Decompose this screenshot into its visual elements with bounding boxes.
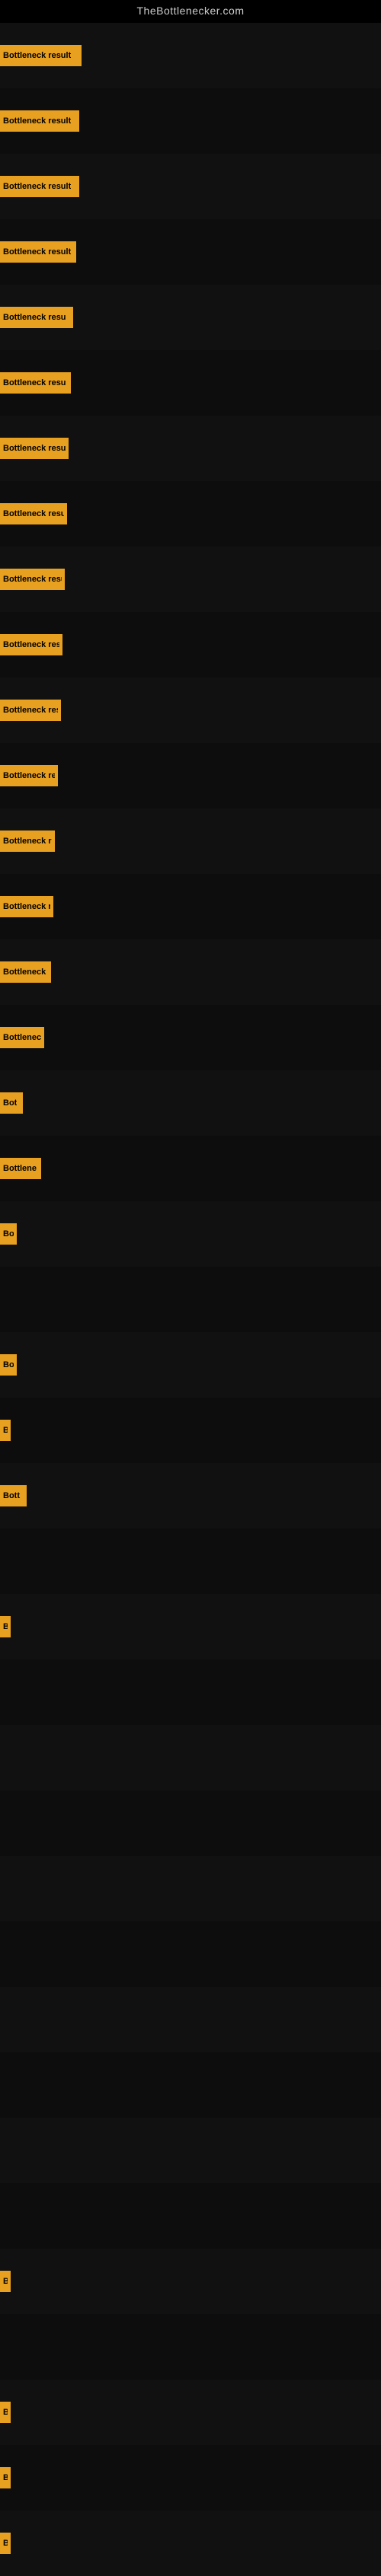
result-bar: Bottleneck resu: [0, 372, 71, 394]
site-title: TheBottlenecker.com: [0, 0, 381, 21]
result-bar: Bottleneck re: [0, 961, 51, 983]
page-wrapper: TheBottlenecker.com Bottleneck resultBot…: [0, 0, 381, 2576]
bar-container: Bo: [0, 1201, 381, 1267]
result-bar: B: [0, 2467, 11, 2488]
result-bar: Bottleneck resu: [0, 634, 62, 655]
bar-label: Bottlene: [3, 1164, 37, 1173]
bar-container: Bottleneck resu: [0, 285, 381, 350]
result-bar: Bottleneck res: [0, 765, 58, 786]
bar-label: Bottleneck res: [3, 771, 55, 780]
result-bar: Bottleneck resu: [0, 503, 67, 524]
result-bar: Bo: [0, 1223, 17, 1245]
bar-container: [0, 2314, 381, 2380]
bar-container: [0, 2052, 381, 2118]
bar-container: [0, 1267, 381, 1332]
bar-label: B: [3, 2277, 8, 2286]
result-bar: B: [0, 1420, 11, 1441]
bar-label: Bottleneck result: [3, 247, 71, 257]
bar-container: Bottleneck result: [0, 23, 381, 88]
result-bar: Bottleneck re: [0, 896, 53, 917]
bar-container: Bottleneck re: [0, 939, 381, 1005]
bar-label: Bottleneck re: [3, 902, 50, 911]
bar-container: [0, 1856, 381, 1921]
bar-container: Bottleneck result: [0, 88, 381, 154]
bar-container: B: [0, 2380, 381, 2445]
bar-container: [0, 1921, 381, 1987]
bar-container: [0, 1790, 381, 1856]
result-bar: Bottleneck result: [0, 241, 76, 263]
result-bar: Bo: [0, 1354, 17, 1376]
bar-label: B: [3, 2408, 8, 2417]
bar-label: B: [3, 2473, 8, 2482]
result-bar: B: [0, 2271, 11, 2292]
bar-label: Bottlenec: [3, 1033, 41, 1042]
bar-label: Bottleneck resu: [3, 313, 66, 322]
bar-container: Bottleneck res: [0, 743, 381, 808]
bar-label: Bottleneck resu: [3, 575, 62, 584]
bar-label: B: [3, 1622, 8, 1631]
bar-label: Bo: [3, 1360, 14, 1369]
bar-label: Bottleneck resu: [3, 378, 66, 387]
bar-label: B: [3, 2539, 8, 2548]
bar-container: Bott: [0, 1463, 381, 1529]
result-bar: Bottleneck resu: [0, 569, 65, 590]
bar-label: Bottleneck result: [3, 116, 71, 126]
bar-container: Bottleneck resu: [0, 481, 381, 547]
bar-label: Bottleneck resu: [3, 706, 58, 715]
bar-label: Bottleneck re: [3, 968, 48, 977]
bar-container: Bottlenec: [0, 1005, 381, 1070]
bar-container: Bottleneck resu: [0, 350, 381, 416]
result-bar: Bottleneck resu: [0, 438, 69, 459]
bar-label: Bottleneck resu: [3, 444, 66, 453]
bar-container: Bottleneck re: [0, 874, 381, 939]
bar-container: Bottleneck resu: [0, 547, 381, 612]
result-bar: B: [0, 2402, 11, 2423]
bar-container: B: [0, 2445, 381, 2511]
result-bar: B: [0, 2533, 11, 2554]
bar-label: Bot: [3, 1098, 17, 1108]
bar-label: Bottleneck result: [3, 182, 71, 191]
result-bar: Bot: [0, 1092, 23, 1114]
bar-label: B: [3, 1426, 8, 1435]
result-bar: Bottleneck result: [0, 110, 79, 132]
bar-container: Bottlene: [0, 1136, 381, 1201]
bars-section: Bottleneck result Bottleneck result Bottle…: [0, 23, 381, 2576]
bar-label: Bottleneck resu: [3, 640, 59, 649]
bar-container: Bo: [0, 1332, 381, 1398]
result-bar: B: [0, 1616, 11, 1637]
bar-container: Bot: [0, 1070, 381, 1136]
bar-container: Bottleneck re: [0, 808, 381, 874]
result-bar: Bottleneck resu: [0, 307, 73, 328]
bar-label: Bottleneck re: [3, 837, 52, 846]
bar-container: [0, 1725, 381, 1790]
bar-container: Bottleneck resu: [0, 612, 381, 677]
bar-container: B: [0, 1594, 381, 1659]
result-bar: Bottlenec: [0, 1027, 44, 1048]
bar-container: B: [0, 1398, 381, 1463]
bar-container: [0, 1529, 381, 1594]
bar-container: Bottleneck resu: [0, 416, 381, 481]
bar-container: B: [0, 2511, 381, 2576]
result-bar: Bottleneck re: [0, 831, 55, 852]
bar-container: Bottleneck result: [0, 219, 381, 285]
bar-container: [0, 2183, 381, 2249]
bar-container: B: [0, 2249, 381, 2314]
bar-container: [0, 2118, 381, 2183]
bar-container: [0, 1987, 381, 2052]
bar-label: Bo: [3, 1229, 14, 1239]
bar-label: Bottleneck resu: [3, 509, 64, 518]
result-bar: Bottleneck result: [0, 45, 82, 66]
result-bar: Bottleneck resu: [0, 700, 61, 721]
result-bar: Bottlene: [0, 1158, 41, 1179]
bar-label: Bott: [3, 1491, 20, 1500]
bar-container: Bottleneck result: [0, 154, 381, 219]
bar-container: Bottleneck resu: [0, 677, 381, 743]
result-bar: Bottleneck result: [0, 176, 79, 197]
result-bar: Bott: [0, 1485, 27, 1506]
bar-container: [0, 1659, 381, 1725]
bar-label: Bottleneck result: [3, 51, 71, 60]
